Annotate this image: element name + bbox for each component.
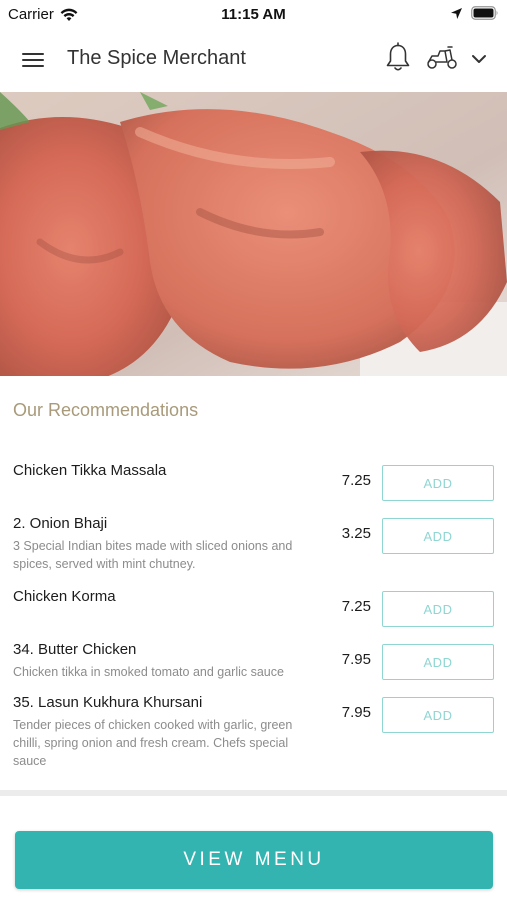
item-name: Chicken Tikka Massala bbox=[13, 462, 167, 479]
list-item: Chicken Korma 7.25 ADD bbox=[0, 588, 507, 641]
item-name: 2. Onion Bhaji bbox=[13, 515, 108, 532]
status-bar: Carrier 11:15 AM bbox=[0, 0, 507, 28]
app-header: The Spice Merchant bbox=[0, 28, 507, 92]
status-right-icons bbox=[450, 6, 499, 20]
item-price: 7.25 bbox=[341, 598, 371, 615]
add-button[interactable]: ADD bbox=[382, 697, 494, 733]
chevron-down-icon[interactable] bbox=[468, 48, 490, 70]
section-title-recommendations: Our Recommendations bbox=[13, 400, 199, 420]
footer-bar: VIEW MENU bbox=[0, 796, 507, 900]
add-button[interactable]: ADD bbox=[382, 465, 494, 501]
bell-icon[interactable] bbox=[384, 42, 412, 74]
item-description: Tender pieces of chicken cooked with gar… bbox=[13, 718, 293, 768]
hamburger-menu-icon[interactable] bbox=[18, 46, 50, 74]
item-name: 34. Butter Chicken bbox=[13, 641, 137, 658]
item-description: Chicken tikka in smoked tomato and garli… bbox=[13, 665, 284, 679]
add-button[interactable]: ADD bbox=[382, 518, 494, 554]
item-price: 3.25 bbox=[341, 525, 371, 542]
app-title: The Spice Merchant bbox=[67, 47, 246, 69]
status-time: 11:15 AM bbox=[221, 6, 286, 23]
list-item: 2. Onion Bhaji 3 Special Indian bites ma… bbox=[0, 515, 507, 588]
item-price: 7.25 bbox=[341, 472, 371, 489]
list-item: 34. Butter Chicken Chicken tikka in smok… bbox=[0, 641, 507, 694]
item-price: 7.95 bbox=[341, 704, 371, 721]
list-item: 35. Lasun Kukhura Khursani Tender pieces… bbox=[0, 694, 507, 784]
list-item: Chicken Tikka Massala 7.25 ADD bbox=[0, 462, 507, 515]
view-menu-button[interactable]: VIEW MENU bbox=[15, 831, 493, 889]
item-price: 7.95 bbox=[341, 651, 371, 668]
item-name: 35. Lasun Kukhura Khursani bbox=[13, 694, 203, 711]
item-description: 3 Special Indian bites made with sliced … bbox=[13, 539, 293, 571]
item-name: Chicken Korma bbox=[13, 588, 116, 605]
scooter-icon[interactable] bbox=[425, 44, 459, 72]
add-button[interactable]: ADD bbox=[382, 591, 494, 627]
tandoori-lamb-chops-photo bbox=[0, 92, 507, 376]
recommendations-list: Chicken Tikka Massala 7.25 ADD 2. Onion … bbox=[0, 462, 507, 784]
battery-icon bbox=[471, 6, 498, 20]
hero-image bbox=[0, 92, 507, 376]
location-arrow-icon bbox=[451, 7, 462, 19]
add-button[interactable]: ADD bbox=[382, 644, 494, 680]
